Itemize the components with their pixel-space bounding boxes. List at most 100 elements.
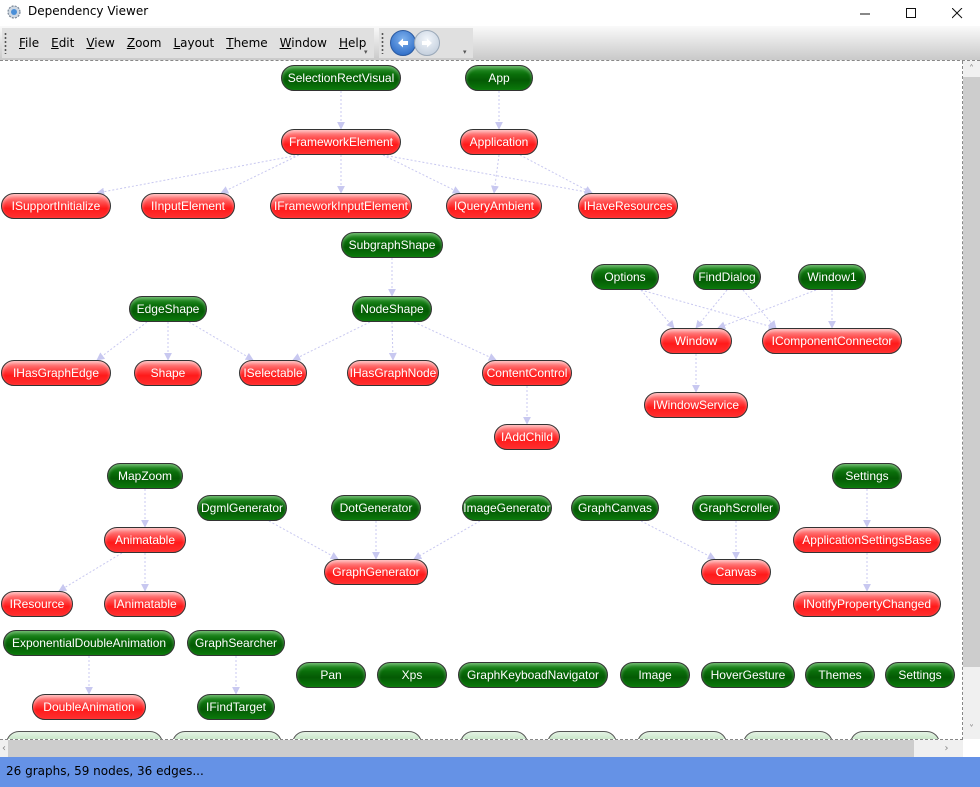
node-label: GraphScroller xyxy=(698,501,774,515)
menu-view[interactable]: View xyxy=(85,34,115,52)
graph-node-DotGenerator[interactable]: DotGenerator xyxy=(331,495,421,521)
graph-node-FrameworkElement[interactable]: FrameworkElement xyxy=(281,129,401,155)
graph-node-IResource[interactable]: IResource xyxy=(1,591,73,617)
graph-node-ISupportInitialize[interactable]: ISupportInitialize xyxy=(1,193,111,219)
graph-node-IAnimatable[interactable]: IAnimatable xyxy=(104,591,186,617)
graph-node-partial[interactable] xyxy=(547,731,617,739)
menu-window[interactable]: Window xyxy=(279,34,328,52)
graph-node-HoverGesture[interactable]: HoverGesture xyxy=(701,662,795,688)
menu-theme[interactable]: Theme xyxy=(225,34,268,52)
graph-node-Xps[interactable]: Xps xyxy=(377,662,447,688)
node-label: SelectionRectVisual xyxy=(287,71,395,85)
graph-node-ISelectable[interactable]: ISelectable xyxy=(239,360,307,386)
graph-node-SelectionRectVisual[interactable]: SelectionRectVisual xyxy=(281,65,401,91)
graph-node-partial[interactable] xyxy=(292,731,422,739)
graph-node-App[interactable]: App xyxy=(465,65,533,91)
vertical-scrollbar[interactable]: ˄ ˅ xyxy=(963,61,980,739)
graph-node-Themes[interactable]: Themes xyxy=(805,662,875,688)
maximize-button[interactable] xyxy=(888,0,934,26)
horizontal-scroll-thumb[interactable] xyxy=(8,740,914,757)
node-label: IFrameworkInputElement xyxy=(273,199,409,213)
graph-node-GraphGenerator[interactable]: GraphGenerator xyxy=(324,559,428,585)
node-label: Themes xyxy=(818,668,862,682)
graph-node-IInputElement[interactable]: IInputElement xyxy=(141,193,235,219)
graph-node-Window[interactable]: Window xyxy=(660,328,732,354)
graph-node-EdgeShape[interactable]: EdgeShape xyxy=(129,296,207,322)
graph-node-partial[interactable] xyxy=(637,731,727,739)
graph-node-ImageGenerator[interactable]: ImageGenerator xyxy=(462,495,552,521)
graph-node-SubgraphShape[interactable]: SubgraphShape xyxy=(341,232,443,258)
graph-node-IAddChild[interactable]: IAddChild xyxy=(494,424,560,450)
menu-edit[interactable]: Edit xyxy=(50,34,75,52)
menu-layout[interactable]: Layout xyxy=(172,34,215,52)
graph-node-partial[interactable] xyxy=(743,731,833,739)
graph-node-IFrameworkInputElement[interactable]: IFrameworkInputElement xyxy=(270,193,412,219)
minimize-button[interactable] xyxy=(842,0,888,26)
edge-ImageGenerator-to-GraphGenerator xyxy=(413,520,481,560)
graph-node-ContentControl[interactable]: ContentControl xyxy=(482,360,572,386)
menu-help-label: Help xyxy=(338,36,367,50)
graph-node-Image[interactable]: Image xyxy=(620,662,690,688)
toolbar-grip-handle[interactable] xyxy=(4,32,7,54)
vertical-scroll-thumb[interactable] xyxy=(963,77,980,667)
graph-node-IQueryAmbient[interactable]: IQueryAmbient xyxy=(446,193,542,219)
back-button[interactable] xyxy=(390,30,416,56)
graph-node-partial[interactable] xyxy=(6,731,163,739)
graph-node-IHasGraphNode[interactable]: IHasGraphNode xyxy=(347,360,439,386)
graph-node-GraphScroller[interactable]: GraphScroller xyxy=(692,495,780,521)
graph-node-FindDialog[interactable]: FindDialog xyxy=(693,264,761,290)
menu-layout-label: Layout xyxy=(173,36,215,50)
node-label: DgmlGenerator xyxy=(200,501,284,515)
graph-node-Canvas[interactable]: Canvas xyxy=(701,559,771,585)
scroll-up-button[interactable]: ˄ xyxy=(963,61,980,78)
graph-node-partial[interactable] xyxy=(850,731,940,739)
menu-zoom[interactable]: Zoom xyxy=(126,34,163,52)
menu-view-label: View xyxy=(86,36,115,50)
graph-node-GraphCanvas[interactable]: GraphCanvas xyxy=(571,495,659,521)
graph-node-Application[interactable]: Application xyxy=(460,129,538,155)
node-label: Pan xyxy=(320,668,342,682)
node-label: Settings xyxy=(845,469,889,483)
graph-node-GraphSearcher[interactable]: GraphSearcher xyxy=(187,630,285,656)
nav-toolbar-grip-handle[interactable] xyxy=(381,32,384,54)
menu-zoom-label: Zoom xyxy=(126,36,162,50)
scroll-down-button[interactable]: ˅ xyxy=(963,721,980,738)
graph-node-GraphKeyboadNavigator[interactable]: GraphKeyboadNavigator xyxy=(458,662,608,688)
menu-file[interactable]: File xyxy=(18,34,40,52)
menu-help[interactable]: Help xyxy=(338,34,367,52)
graph-node-Options[interactable]: Options xyxy=(591,264,659,290)
graph-node-IHasGraphEdge[interactable]: IHasGraphEdge xyxy=(1,360,111,386)
graph-node-Animatable[interactable]: Animatable xyxy=(104,527,186,553)
scroll-right-button[interactable]: › xyxy=(938,740,955,757)
forward-button[interactable] xyxy=(414,30,440,56)
graph-node-Window1[interactable]: Window1 xyxy=(798,264,866,290)
graph-node-IFindTarget[interactable]: IFindTarget xyxy=(197,694,275,720)
graph-node-ApplicationSettingsBase[interactable]: ApplicationSettingsBase xyxy=(793,527,941,553)
graph-node-Settings2[interactable]: Settings xyxy=(885,662,955,688)
node-label: Image xyxy=(638,668,672,682)
graph-node-IWindowService[interactable]: IWindowService xyxy=(644,392,748,418)
close-icon xyxy=(951,7,962,18)
menu-overflow-button[interactable]: ▾ xyxy=(364,49,371,56)
graph-node-partial[interactable] xyxy=(172,731,282,739)
graph-node-Settings[interactable]: Settings xyxy=(832,463,902,489)
graph-canvas[interactable]: SelectionRectVisual App FrameworkElement Ap… xyxy=(0,61,963,740)
status-bar: 26 graphs, 59 nodes, 36 edges... xyxy=(0,757,980,787)
edge-Application-to-IHaveResources xyxy=(519,154,593,194)
graph-node-Shape[interactable]: Shape xyxy=(134,360,202,386)
graph-node-partial[interactable] xyxy=(460,731,528,739)
close-button[interactable] xyxy=(934,0,980,26)
node-label: App xyxy=(488,71,510,85)
graph-node-DgmlGenerator[interactable]: DgmlGenerator xyxy=(197,495,287,521)
scroll-left-button[interactable]: ‹ xyxy=(0,740,8,757)
horizontal-scrollbar[interactable]: ‹ › xyxy=(0,740,963,757)
graph-node-IHaveResources[interactable]: IHaveResources xyxy=(578,193,678,219)
nav-overflow-button[interactable]: ▾ xyxy=(463,49,470,56)
graph-node-MapZoom[interactable]: MapZoom xyxy=(107,463,183,489)
graph-node-INotifyPropertyChanged[interactable]: INotifyPropertyChanged xyxy=(793,591,941,617)
graph-node-NodeShape[interactable]: NodeShape xyxy=(352,296,432,322)
graph-node-IComponentConnector[interactable]: IComponentConnector xyxy=(762,328,902,354)
graph-node-ExponentialDoubleAnimation[interactable]: ExponentialDoubleAnimation xyxy=(3,630,175,656)
graph-node-DoubleAnimation[interactable]: DoubleAnimation xyxy=(32,694,146,720)
graph-node-Pan[interactable]: Pan xyxy=(296,662,366,688)
